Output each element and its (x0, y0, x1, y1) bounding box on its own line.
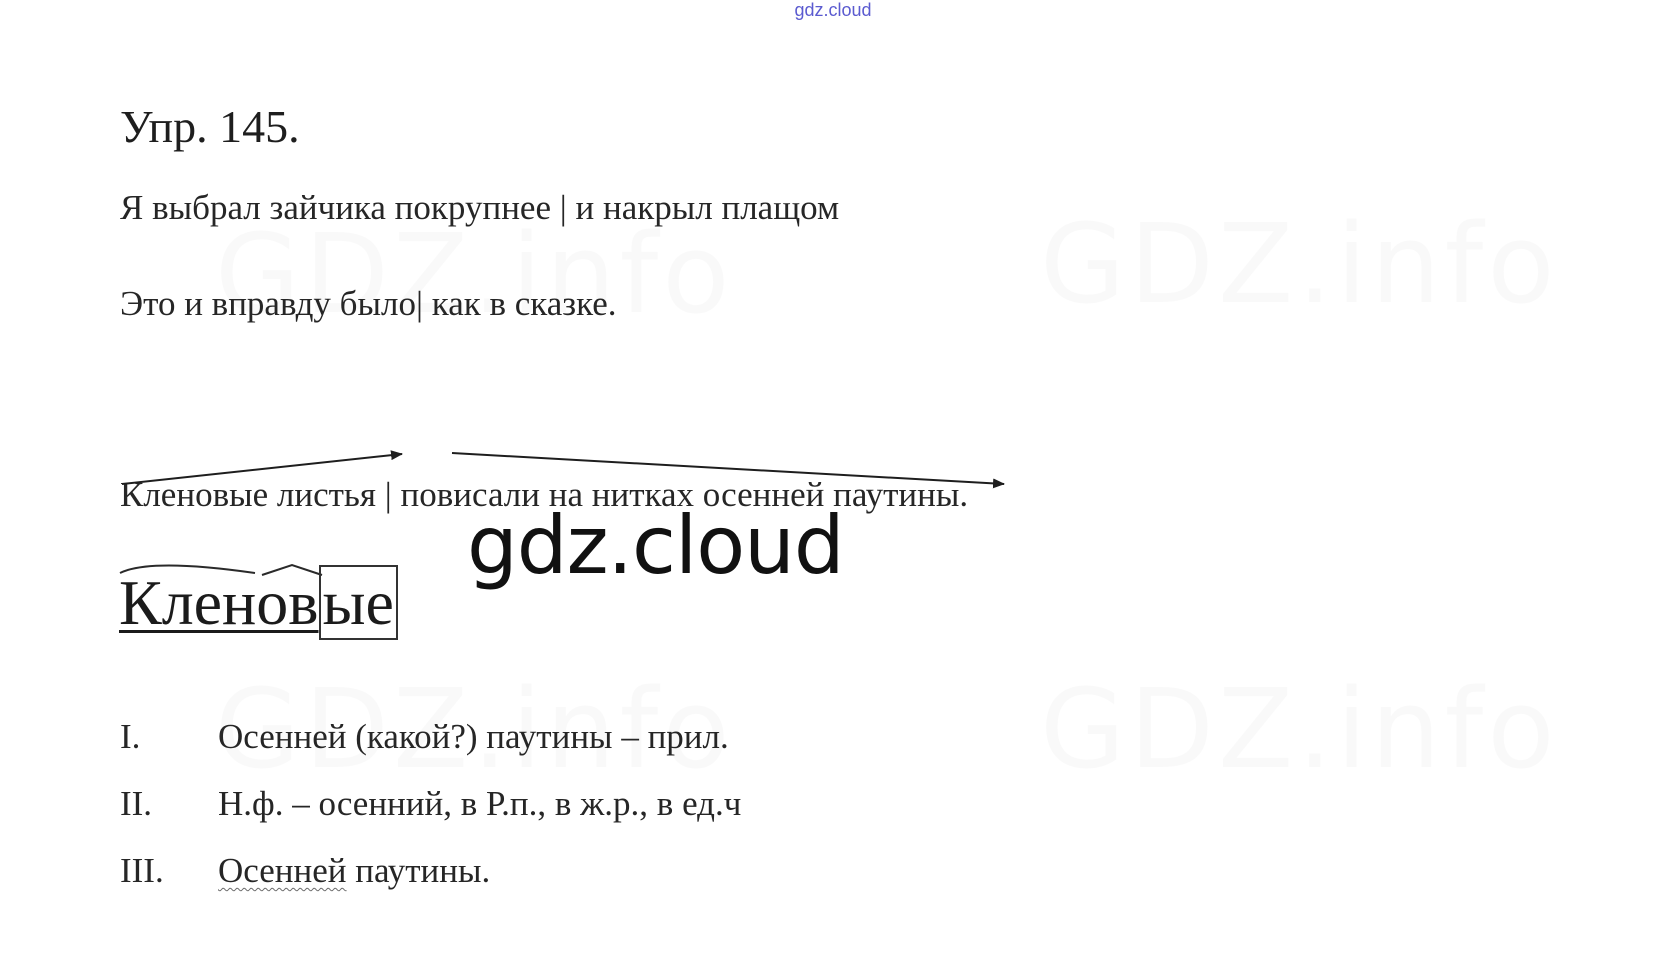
center-watermark: gdz.cloud (467, 499, 845, 592)
list-number-1: I. (120, 717, 141, 756)
word-ending: ые (318, 565, 398, 640)
top-watermark: gdz.cloud (794, 0, 872, 20)
list-number-2: II. (120, 784, 153, 823)
list-number-3: III. (120, 851, 164, 890)
sentence-2: Это и вправду было| как в сказке. (120, 284, 617, 323)
faint-watermark-4: GDZ.info (1040, 665, 1559, 793)
underlined-word: Осенней (218, 851, 347, 890)
list-text-2: Н.ф. – осенний, в Р.п., в ж.р., в ед.ч (218, 784, 742, 823)
exercise-title: Упр. 145. (120, 101, 300, 152)
list-text-1: Осенней (какой?) паутины – прил. (218, 717, 729, 756)
list-text-3: Осенней паутины. (218, 851, 490, 891)
word-stem: Кленов (119, 567, 319, 638)
word-analysis: Кленовые (119, 565, 398, 640)
sentence-1: Я выбрал зайчика покрупнее | и накрыл пл… (120, 188, 840, 227)
faint-watermark-2: GDZ.info (1040, 200, 1559, 328)
list-text-3-rest: паутины. (346, 851, 491, 890)
